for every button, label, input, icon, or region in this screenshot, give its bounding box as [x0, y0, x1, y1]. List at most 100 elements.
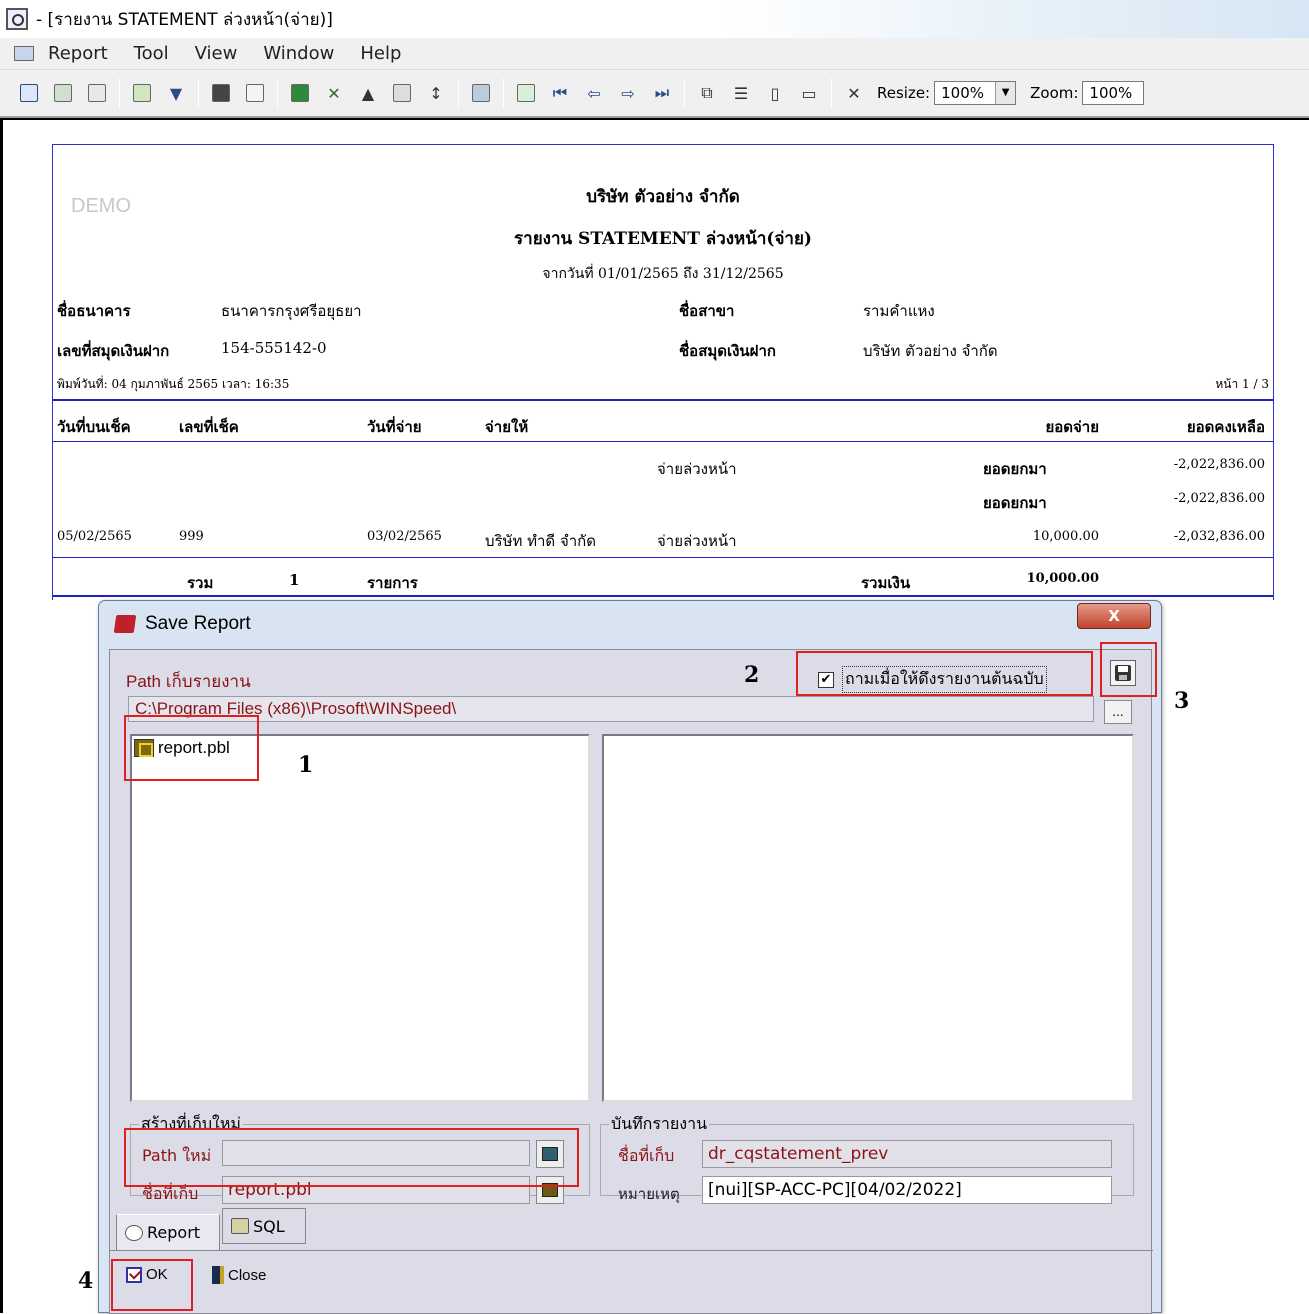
row1-balance: -2,022,836.00 [1173, 457, 1265, 472]
browse-button[interactable]: ... [1104, 700, 1132, 724]
zoom-value: 100% [1089, 84, 1133, 102]
dialog-close-button[interactable]: X [1077, 603, 1151, 629]
library-list[interactable]: report.pbl [130, 734, 590, 1102]
tile-horizontal-icon[interactable]: ☰ [728, 80, 754, 106]
preview-icon[interactable] [16, 80, 42, 106]
resize-select[interactable]: 100% ▼ [934, 81, 1017, 105]
zoom-select[interactable]: 100% [1082, 81, 1145, 105]
annotation-3: 3 [1174, 688, 1190, 714]
close-label: Close [228, 1266, 267, 1284]
account-name-label: ชื่อสมุดเงินฝาก [679, 342, 776, 360]
menu-tool[interactable]: Tool [134, 43, 169, 64]
col-cheque-date: วันที่บนเช็ค [57, 418, 131, 436]
grid-icon[interactable] [389, 80, 415, 106]
window-title: - [รายงาน STATEMENT ล่วงหน้า(จ่าย)] [36, 9, 333, 30]
open-report-icon[interactable] [242, 80, 268, 106]
toolbar-separator [684, 78, 685, 108]
refresh-icon[interactable] [513, 80, 539, 106]
row3-balance: -2,032,836.00 [1173, 529, 1265, 544]
bank-label: ชื่อธนาคาร [57, 302, 131, 320]
total-count: 1 [289, 571, 300, 589]
toolbar-separator [198, 78, 199, 108]
toolbar-separator [503, 78, 504, 108]
toolbar-separator [831, 78, 832, 108]
prev-page-icon[interactable]: ⇦ [581, 80, 607, 106]
title-bar: - [รายงาน STATEMENT ล่วงหน้า(จ่าย)] [0, 0, 1309, 38]
annotation-box-store-name [124, 1128, 579, 1187]
annotation-box-1 [124, 715, 259, 781]
annotation-box-3 [1100, 642, 1157, 697]
path-field[interactable]: C:\Program Files (x86)\Prosoft\WINSpeed\ [128, 696, 1094, 722]
total-sum-label: รวมเงิน [861, 574, 911, 592]
excel-icon[interactable] [287, 80, 313, 106]
row1-desc: จ่ายล่วงหน้า [657, 460, 737, 478]
annotation-box-4 [111, 1259, 193, 1311]
footer-rule [53, 595, 1273, 597]
close-button[interactable]: Close [212, 1266, 266, 1284]
dialog-body: Path เก็บรายงาน ✔ ถามเมื่อให้ดึงรายงานต้… [109, 649, 1153, 1314]
row2-label: ยอดยกมา [983, 494, 1047, 512]
row3-desc: จ่ายล่วงหน้า [657, 532, 737, 550]
close-icon[interactable]: ✕ [841, 80, 867, 106]
filter-icon[interactable]: ▼ [163, 80, 189, 106]
design-icon[interactable]: ▲ [355, 80, 381, 106]
row3-pay-date: 03/02/2565 [367, 529, 442, 544]
col-pay-to: จ่ายให้ [485, 418, 529, 436]
fit-height-icon[interactable]: ↕ [423, 80, 449, 106]
tab-report[interactable]: Report [116, 1214, 220, 1250]
report-tab-icon [125, 1224, 143, 1241]
book-icon [113, 615, 137, 633]
tab-report-label: Report [147, 1223, 201, 1242]
store-name-input[interactable]: dr_cqstatement_prev [702, 1140, 1112, 1168]
row1-label: ยอดยกมา [983, 460, 1047, 478]
toolbar: ▼ ✕ ▲ ↕ ⏮ ⇦ ⇨ ⏭ ⧉ ☰ ▯ ▭ ✕ Resize: 100% ▼… [0, 70, 1309, 118]
chevron-down-icon[interactable]: ▼ [995, 82, 1016, 104]
maximize-icon[interactable]: ▭ [796, 80, 822, 106]
report-title: รายงาน STATEMENT ล่วงหน้า(จ่าย) [514, 229, 812, 249]
menu-report[interactable]: Report [48, 43, 108, 64]
window-menu-icon[interactable] [14, 46, 34, 61]
print-setup-icon[interactable] [50, 80, 76, 106]
calculator-icon[interactable] [468, 80, 494, 106]
tab-sql[interactable]: SQL [222, 1208, 306, 1244]
toolbar-separator [458, 78, 459, 108]
tile-vertical-icon[interactable]: ▯ [762, 80, 788, 106]
save-report-icon[interactable] [208, 80, 234, 106]
cascade-icon[interactable]: ⧉ [694, 80, 720, 106]
tab-divider [110, 1250, 1153, 1251]
row3-amount: 10,000.00 [1032, 529, 1099, 544]
next-page-icon[interactable]: ⇨ [615, 80, 641, 106]
tab-sql-label: SQL [253, 1216, 285, 1236]
dialog-title-bar: Save Report [113, 613, 251, 635]
sql-tab-icon [231, 1218, 249, 1234]
col-balance: ยอดคงเหลือ [1186, 418, 1265, 436]
col-amount: ยอดจ่าย [1045, 418, 1099, 436]
annotation-2: 2 [744, 662, 760, 688]
menu-bar: Report Tool View Window Help [0, 38, 1309, 70]
note-input[interactable]: [nui][SP-ACC-PC][04/02/2022] [702, 1176, 1112, 1204]
account-name-value: บริษัท ตัวอย่าง จำกัด [863, 342, 998, 360]
menu-help[interactable]: Help [360, 43, 401, 64]
excel-export-icon[interactable]: ✕ [321, 80, 347, 106]
last-page-icon[interactable]: ⏭ [649, 80, 675, 106]
annotation-box-2 [796, 651, 1093, 696]
resize-value: 100% [941, 84, 985, 102]
first-page-icon[interactable]: ⏮ [547, 80, 573, 106]
report-company: บริษัท ตัวอย่าง จำกัด [586, 187, 740, 207]
printed-datetime: พิมพ์วันที่: 04 กุมภาพันธ์ 2565 เวลา: 16… [57, 377, 290, 391]
report-object-list[interactable] [602, 734, 1134, 1102]
menu-window[interactable]: Window [263, 43, 334, 64]
toolbar-separator [277, 78, 278, 108]
toolbar-separator [119, 78, 120, 108]
resize-label: Resize: [877, 84, 931, 102]
page-number: หน้า 1 / 3 [1215, 377, 1269, 391]
menu-view[interactable]: View [195, 43, 238, 64]
total-sum-value: 10,000.00 [1026, 571, 1099, 586]
sort-icon[interactable] [129, 80, 155, 106]
print-icon[interactable] [84, 80, 110, 106]
row3-pay-to: บริษัท ทำดี จำกัด [485, 532, 596, 550]
total-label: รวม [187, 574, 214, 592]
total-items-label: รายการ [367, 574, 418, 592]
bank-value: ธนาคารกรุงศรีอยุธยา [221, 302, 362, 320]
annotation-4: 4 [78, 1268, 94, 1294]
